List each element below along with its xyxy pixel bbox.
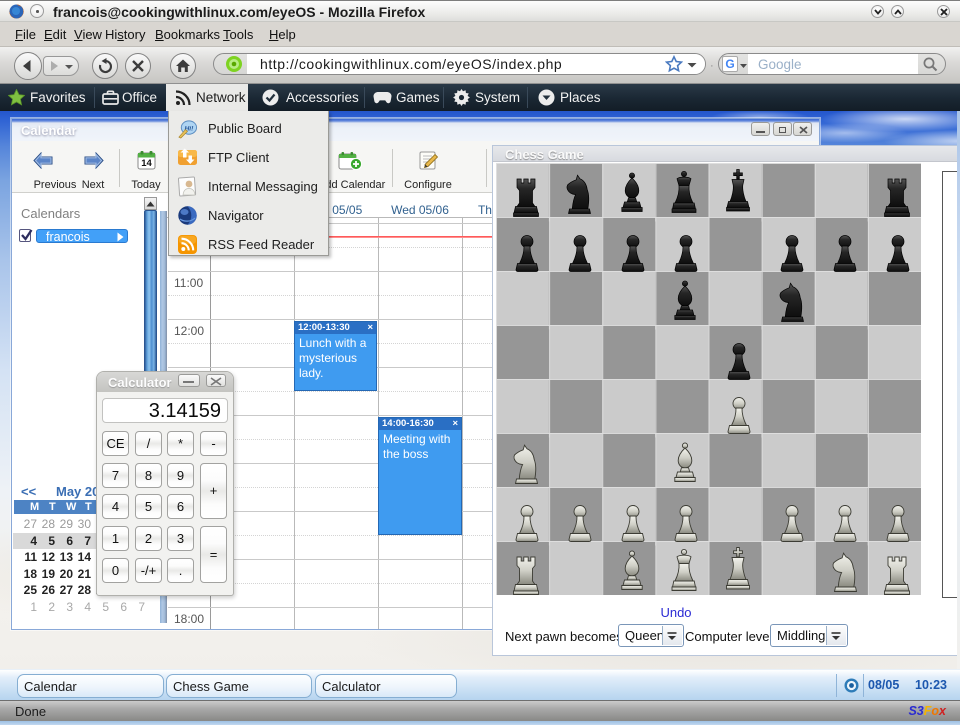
svg-text:14: 14 — [141, 158, 152, 169]
